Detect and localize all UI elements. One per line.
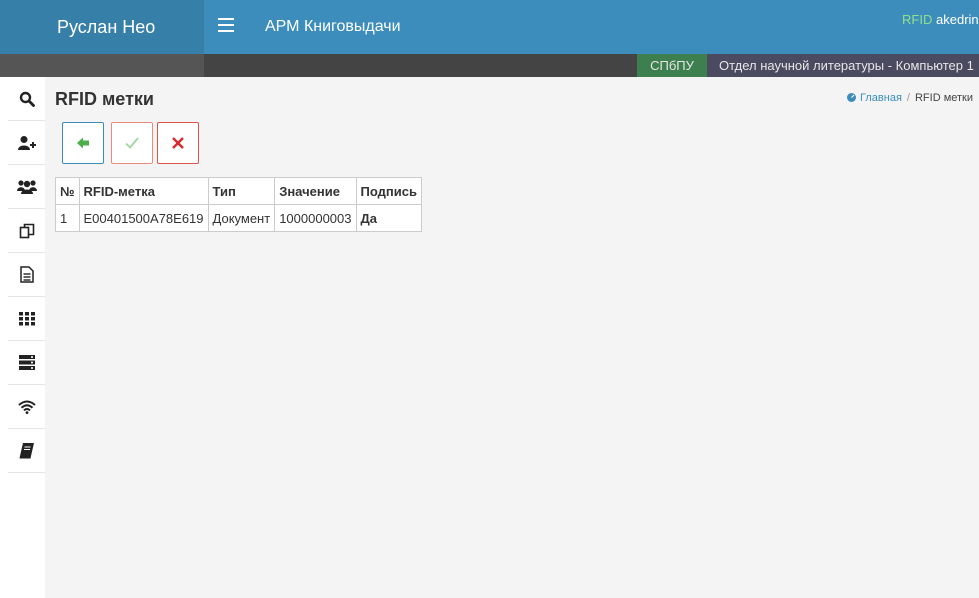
top-navbar: Руслан Нео АРМ Книговыдачи RFID akedrin [0,0,979,54]
cell-rfid-tag: E00401500A78E619 [78,204,209,232]
cancel-button[interactable] [157,122,199,164]
sidebar-item-add-reader[interactable] [8,121,45,165]
cell-value: 1000000003 [274,204,357,232]
wifi-icon [17,400,36,414]
column-header-value: Значение [274,177,357,205]
confirm-button[interactable] [111,122,153,164]
sidebar-item-copies[interactable] [8,209,45,253]
back-button[interactable] [62,122,104,164]
book-icon [19,442,34,458]
brand-logo-text[interactable]: Руслан Нео [57,0,155,54]
search-icon [19,91,35,107]
brand-area[interactable]: Руслан Нео [0,0,204,54]
column-header-number: № [55,177,80,205]
sidebar-item-documents[interactable] [8,253,45,297]
main-content: RFID метки Главная / RFID метки № RFID-мет… [45,77,979,598]
location-bar-left [0,54,204,77]
column-header-signature: Подпись [355,177,422,205]
document-icon [19,266,34,283]
breadcrumb-separator: / [906,92,910,104]
sidebar-item-readers[interactable] [8,165,45,209]
department-badge: Отдел научной литературы - Компьютер 1 [707,54,979,77]
grid-icon [18,311,35,325]
cell-signature: Да [355,204,422,232]
users-icon [16,179,37,194]
add-user-icon [17,135,36,150]
breadcrumb: Главная / RFID метки [846,92,973,104]
server-icon [18,355,35,370]
app-title: АРМ Книговыдачи [265,18,401,35]
page-title: RFID метки [55,89,154,109]
table-header-row: № RFID-метка Тип Значение Подпись [55,177,422,205]
sidebar-item-rfid[interactable] [8,385,45,429]
sidebar-item-catalog[interactable] [8,297,45,341]
dashboard-icon [846,93,856,102]
rfid-status-link[interactable]: RFID [902,12,932,27]
table-row[interactable]: 1 E00401500A78E619 Документ 1000000003 Д… [55,204,422,232]
user-menu[interactable]: akedrin [936,12,979,27]
checkmark-icon [125,137,139,149]
sidebar-item-books[interactable] [8,429,45,473]
sidebar-item-storage[interactable] [8,341,45,385]
sidebar-item-search[interactable] [8,77,45,121]
breadcrumb-home-link[interactable]: Главная [860,92,902,104]
arrow-left-icon [77,137,89,149]
location-bar: СПбПУ Отдел научной литературы - Компьют… [0,54,979,77]
close-icon [172,137,184,149]
organization-badge: СПбПУ [637,54,707,77]
cell-type: Документ [207,204,276,232]
copy-icon [19,223,34,238]
menu-toggle-icon[interactable] [218,18,234,32]
sidebar [0,77,45,598]
cell-number: 1 [55,204,80,232]
column-header-rfid-tag: RFID-метка [78,177,209,205]
rfid-tags-table: № RFID-метка Тип Значение Подпись 1 E004… [55,177,422,232]
breadcrumb-current: RFID метки [914,92,973,104]
column-header-type: Тип [207,177,276,205]
